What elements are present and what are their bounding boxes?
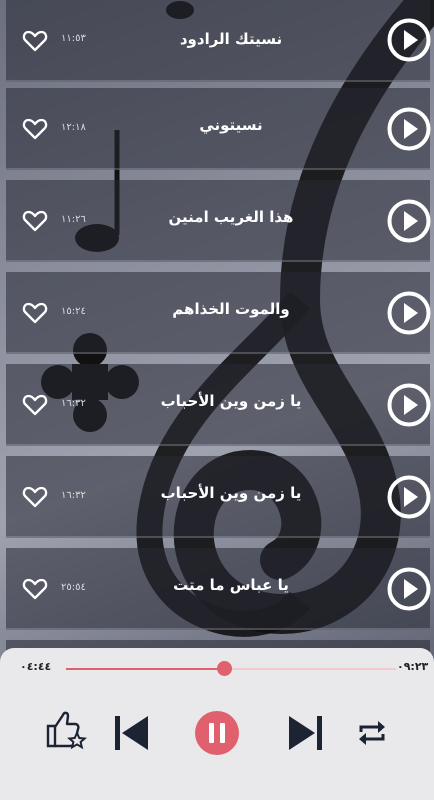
seek-handle[interactable]	[217, 661, 233, 676]
track-duration: ٢٥:٥٤	[61, 582, 86, 593]
heart-outline-icon[interactable]	[22, 301, 48, 325]
track-title: نسيتوني	[199, 116, 263, 134]
play-circle-icon[interactable]	[387, 107, 431, 151]
play-circle-icon[interactable]	[387, 199, 431, 243]
heart-outline-icon[interactable]	[22, 117, 48, 141]
pause-icon[interactable]	[194, 710, 240, 756]
track-duration: ١٥:٢٤	[61, 306, 86, 317]
heart-outline-icon[interactable]	[22, 485, 48, 509]
track-title: يا زمن وين الأحباب	[160, 484, 302, 502]
track-item[interactable]: ١١:٢٦ هذا الغريب امنين	[6, 180, 431, 262]
track-duration: ١١:٥٣	[61, 33, 86, 44]
skip-previous-icon[interactable]	[112, 714, 150, 752]
track-duration: ١٢:١٨	[61, 122, 86, 133]
total-time: ٠٩:٢٣	[397, 660, 429, 673]
play-circle-icon[interactable]	[387, 475, 431, 519]
thumbs-up-star-icon[interactable]	[44, 706, 90, 752]
play-circle-icon[interactable]	[387, 383, 431, 427]
play-circle-icon[interactable]	[387, 18, 431, 62]
track-item[interactable]: ١٦:٣٢ يا زمن وين الأحباب	[6, 456, 431, 538]
track-duration: ١٦:٣٢	[61, 490, 86, 501]
track-item[interactable]: ٢٥:٥٤ يا عباس ما متت	[6, 548, 431, 630]
track-item[interactable]: ١٦:٣٢ يا زمن وين الأحباب	[6, 364, 431, 446]
track-item[interactable]: ١٢:١٨ نسيتوني	[6, 88, 431, 170]
heart-outline-icon[interactable]	[22, 29, 48, 53]
elapsed-time: ٠٤:٤٤	[20, 660, 52, 673]
heart-outline-icon[interactable]	[22, 209, 48, 233]
heart-outline-icon[interactable]	[22, 577, 48, 601]
track-title: والموت الخذاهم	[172, 300, 290, 318]
player-bar: ٠٤:٤٤ ٠٩:٢٣	[0, 648, 434, 800]
repeat-icon[interactable]	[355, 718, 389, 748]
skip-next-icon[interactable]	[287, 714, 325, 752]
seek-bar[interactable]	[66, 661, 396, 676]
track-title: هذا الغريب امنين	[168, 208, 294, 226]
track-title: يا زمن وين الأحباب	[160, 392, 302, 410]
track-duration: ١٦:٣٢	[61, 398, 86, 409]
seek-progress	[66, 668, 225, 670]
track-duration: ١١:٢٦	[61, 214, 86, 225]
track-title: نسيتك الرادود	[179, 30, 283, 48]
track-title: يا عباس ما متت	[173, 576, 289, 594]
track-item[interactable]: ١١:٥٣ نسيتك الرادود	[6, 0, 431, 82]
heart-outline-icon[interactable]	[22, 393, 48, 417]
play-circle-icon[interactable]	[387, 567, 431, 611]
track-item[interactable]: ١٥:٢٤ والموت الخذاهم	[6, 272, 431, 354]
play-circle-icon[interactable]	[387, 291, 431, 335]
